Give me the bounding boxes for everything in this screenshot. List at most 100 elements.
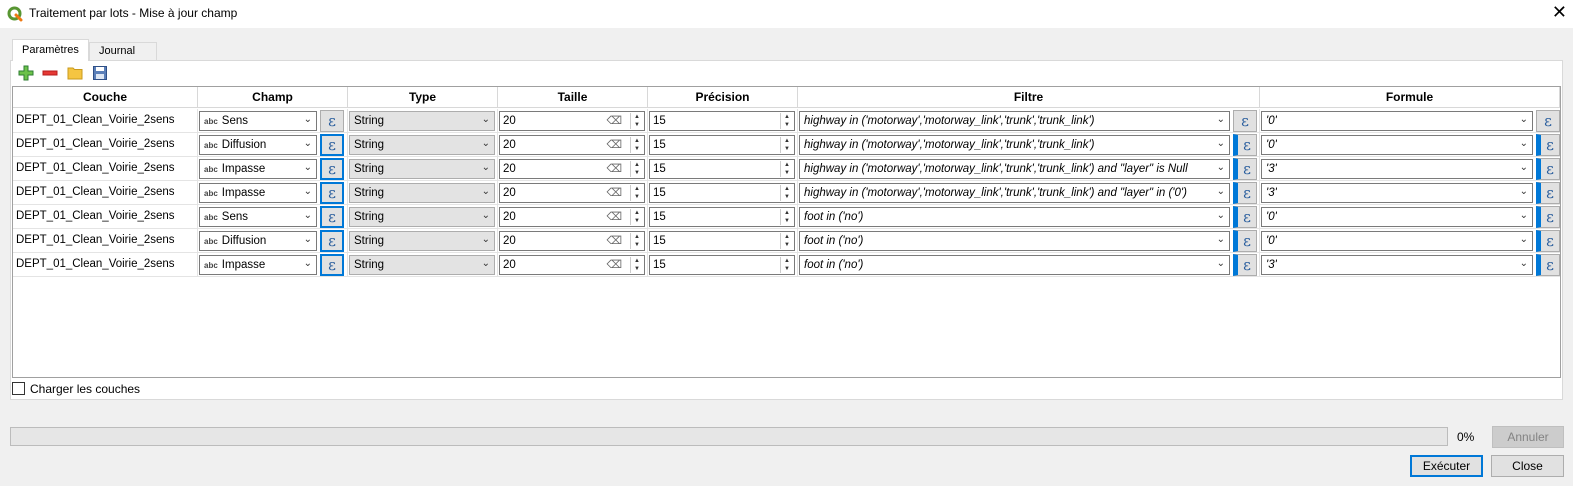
cancel-button[interactable]: Annuler <box>1492 426 1564 448</box>
precision-spinbox[interactable]: 15 ▲ ▼ <box>649 135 795 155</box>
add-row-icon[interactable] <box>18 65 34 81</box>
spin-arrows-icon[interactable]: ▲ ▼ <box>630 137 643 153</box>
spin-arrows-icon[interactable]: ▲ ▼ <box>780 113 793 129</box>
formule-combo[interactable]: '3' ⌄ <box>1261 255 1533 275</box>
filtre-combo[interactable]: foot in ('no') ⌄ <box>799 207 1230 227</box>
champ-combo[interactable]: abc Impasse ⌄ <box>199 159 317 179</box>
expression-icon[interactable]: ε <box>320 206 344 228</box>
champ-combo[interactable]: abc Impasse ⌄ <box>199 255 317 275</box>
taille-spinbox[interactable]: 20 ⌫ ▲ ▼ <box>499 207 645 227</box>
expression-icon[interactable]: ε <box>320 158 344 180</box>
expression-icon[interactable]: ε <box>1233 134 1257 156</box>
precision-spinbox[interactable]: 15 ▲ ▼ <box>649 255 795 275</box>
formule-combo[interactable]: '0' ⌄ <box>1261 135 1533 155</box>
spin-arrows-icon[interactable]: ▲ ▼ <box>780 161 793 177</box>
expression-icon[interactable]: ε <box>1233 110 1257 132</box>
type-combo[interactable]: String ⌄ <box>349 135 495 155</box>
expression-icon[interactable]: ε <box>1233 182 1257 204</box>
expression-icon[interactable]: ε <box>1536 206 1560 228</box>
expression-icon[interactable]: ε <box>320 254 344 276</box>
type-combo[interactable]: String ⌄ <box>349 159 495 179</box>
filtre-combo[interactable]: foot in ('no') ⌄ <box>799 231 1230 251</box>
save-icon[interactable] <box>92 65 108 81</box>
spin-arrows-icon[interactable]: ▲ ▼ <box>780 185 793 201</box>
spin-arrows-icon[interactable]: ▲ ▼ <box>630 209 643 225</box>
champ-combo[interactable]: abc Impasse ⌄ <box>199 183 317 203</box>
type-combo[interactable]: String ⌄ <box>349 111 495 131</box>
type-combo[interactable]: String ⌄ <box>349 183 495 203</box>
couche-cell[interactable]: DEPT_01_Clean_Voirie_2sens <box>13 133 198 157</box>
champ-combo[interactable]: abc Diffusion ⌄ <box>199 231 317 251</box>
taille-spinbox[interactable]: 20 ⌫ ▲ ▼ <box>499 231 645 251</box>
couche-cell[interactable]: DEPT_01_Clean_Voirie_2sens <box>13 109 198 133</box>
champ-combo[interactable]: abc Sens ⌄ <box>199 111 317 131</box>
clear-icon[interactable]: ⌫ <box>606 210 622 223</box>
load-layers-checkbox[interactable] <box>12 382 25 395</box>
precision-spinbox[interactable]: 15 ▲ ▼ <box>649 183 795 203</box>
clear-icon[interactable]: ⌫ <box>606 138 622 151</box>
expression-icon[interactable]: ε <box>320 110 344 132</box>
column-header-formule[interactable]: Formule <box>1260 87 1560 108</box>
type-combo[interactable]: String ⌄ <box>349 207 495 227</box>
filtre-combo[interactable]: highway in ('motorway','motorway_link','… <box>799 159 1230 179</box>
clear-icon[interactable]: ⌫ <box>606 114 622 127</box>
taille-spinbox[interactable]: 20 ⌫ ▲ ▼ <box>499 111 645 131</box>
champ-combo[interactable]: abc Sens ⌄ <box>199 207 317 227</box>
clear-icon[interactable]: ⌫ <box>606 162 622 175</box>
formule-combo[interactable]: '3' ⌄ <box>1261 159 1533 179</box>
spin-arrows-icon[interactable]: ▲ ▼ <box>630 161 643 177</box>
expression-icon[interactable]: ε <box>1536 158 1560 180</box>
champ-combo[interactable]: abc Diffusion ⌄ <box>199 135 317 155</box>
spin-arrows-icon[interactable]: ▲ ▼ <box>630 185 643 201</box>
expression-icon[interactable]: ε <box>1536 110 1560 132</box>
precision-spinbox[interactable]: 15 ▲ ▼ <box>649 111 795 131</box>
expression-icon[interactable]: ε <box>1536 230 1560 252</box>
expression-icon[interactable]: ε <box>320 134 344 156</box>
formule-combo[interactable]: '0' ⌄ <box>1261 231 1533 251</box>
filtre-combo[interactable]: foot in ('no') ⌄ <box>799 255 1230 275</box>
open-folder-icon[interactable] <box>67 65 83 81</box>
column-header-precision[interactable]: Précision <box>648 87 798 108</box>
expression-icon[interactable]: ε <box>1233 158 1257 180</box>
taille-spinbox[interactable]: 20 ⌫ ▲ ▼ <box>499 159 645 179</box>
clear-icon[interactable]: ⌫ <box>606 234 622 247</box>
couche-cell[interactable]: DEPT_01_Clean_Voirie_2sens <box>13 205 198 229</box>
column-header-filtre[interactable]: Filtre <box>798 87 1260 108</box>
spin-arrows-icon[interactable]: ▲ ▼ <box>780 257 793 273</box>
column-header-couche[interactable]: Couche <box>13 87 198 108</box>
expression-icon[interactable]: ε <box>1536 134 1560 156</box>
couche-cell[interactable]: DEPT_01_Clean_Voirie_2sens <box>13 181 198 205</box>
formule-combo[interactable]: '0' ⌄ <box>1261 111 1533 131</box>
filtre-combo[interactable]: highway in ('motorway','motorway_link','… <box>799 111 1230 131</box>
precision-spinbox[interactable]: 15 ▲ ▼ <box>649 207 795 227</box>
taille-spinbox[interactable]: 20 ⌫ ▲ ▼ <box>499 183 645 203</box>
spin-arrows-icon[interactable]: ▲ ▼ <box>780 209 793 225</box>
expression-icon[interactable]: ε <box>1233 254 1257 276</box>
expression-icon[interactable]: ε <box>1536 254 1560 276</box>
spin-arrows-icon[interactable]: ▲ ▼ <box>780 233 793 249</box>
remove-row-icon[interactable] <box>42 65 58 81</box>
tab-journal[interactable]: Journal <box>89 42 157 61</box>
couche-cell[interactable]: DEPT_01_Clean_Voirie_2sens <box>13 229 198 253</box>
type-combo[interactable]: String ⌄ <box>349 255 495 275</box>
formule-combo[interactable]: '3' ⌄ <box>1261 183 1533 203</box>
filtre-combo[interactable]: highway in ('motorway','motorway_link','… <box>799 183 1230 203</box>
precision-spinbox[interactable]: 15 ▲ ▼ <box>649 159 795 179</box>
expression-icon[interactable]: ε <box>320 182 344 204</box>
column-header-champ[interactable]: Champ <box>198 87 348 108</box>
precision-spinbox[interactable]: 15 ▲ ▼ <box>649 231 795 251</box>
tab-parametres[interactable]: Paramètres <box>12 39 89 61</box>
spin-arrows-icon[interactable]: ▲ ▼ <box>630 233 643 249</box>
close-button[interactable]: Close <box>1491 455 1564 477</box>
taille-spinbox[interactable]: 20 ⌫ ▲ ▼ <box>499 255 645 275</box>
couche-cell[interactable]: DEPT_01_Clean_Voirie_2sens <box>13 253 198 277</box>
column-header-taille[interactable]: Taille <box>498 87 648 108</box>
column-header-type[interactable]: Type <box>348 87 498 108</box>
spin-arrows-icon[interactable]: ▲ ▼ <box>630 257 643 273</box>
filtre-combo[interactable]: highway in ('motorway','motorway_link','… <box>799 135 1230 155</box>
formule-combo[interactable]: '0' ⌄ <box>1261 207 1533 227</box>
type-combo[interactable]: String ⌄ <box>349 231 495 251</box>
clear-icon[interactable]: ⌫ <box>606 258 622 271</box>
expression-icon[interactable]: ε <box>1536 182 1560 204</box>
expression-icon[interactable]: ε <box>1233 206 1257 228</box>
